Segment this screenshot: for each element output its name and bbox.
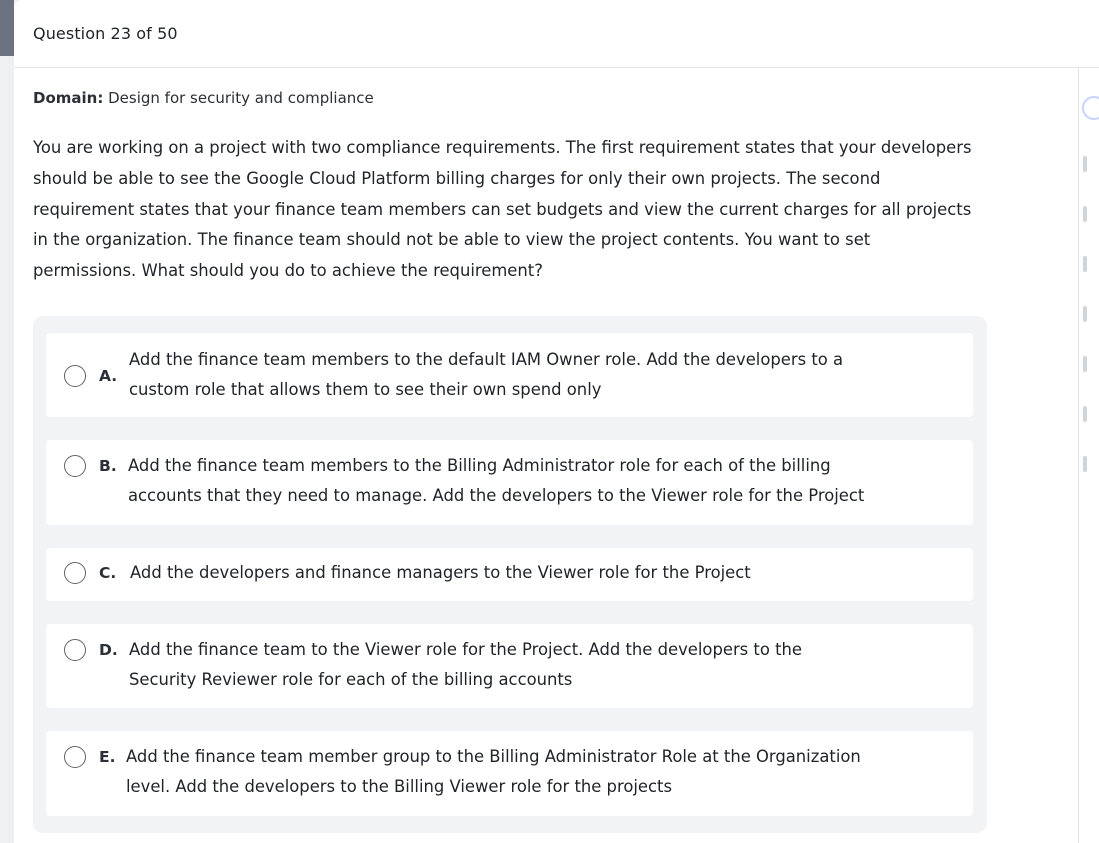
option-b[interactable]: B. Add the finance team members to the B… [46, 440, 973, 525]
sidebar-edge [0, 0, 14, 56]
option-a[interactable]: A. Add the finance team members to the d… [46, 333, 973, 417]
nav-circle-icon[interactable] [1082, 96, 1099, 120]
domain-value: Design for security and compliance [108, 89, 374, 107]
nav-marker [1083, 206, 1087, 222]
option-c[interactable]: C. Add the developers and finance manage… [46, 548, 973, 601]
question-text: You are working on a project with two co… [33, 138, 972, 281]
option-d[interactable]: D. Add the finance team to the Viewer ro… [46, 624, 973, 708]
question-card: Question 23 of 50 Domain: Design for sec… [14, 0, 1099, 843]
nav-marker [1083, 356, 1087, 372]
nav-marker [1083, 156, 1087, 172]
radio-icon[interactable] [64, 365, 86, 387]
option-letter: C. [99, 564, 117, 582]
question-counter: Question 23 of 50 [33, 24, 178, 43]
option-letter: D. [99, 641, 118, 659]
option-text: Add the finance team to the Viewer role … [129, 640, 802, 689]
option-letter: A. [99, 367, 118, 385]
option-letter: E. [99, 748, 116, 766]
domain-label: Domain: [33, 89, 104, 107]
option-e[interactable]: E. Add the finance team member group to … [46, 731, 973, 816]
radio-icon[interactable] [64, 455, 86, 477]
question-header: Question 23 of 50 [14, 0, 1099, 68]
radio-icon[interactable] [64, 639, 86, 661]
nav-marker [1083, 256, 1087, 272]
nav-marker [1083, 306, 1087, 322]
nav-marker [1083, 406, 1087, 422]
radio-icon[interactable] [64, 746, 86, 768]
quiz-page: Question 23 of 50 Domain: Design for sec… [0, 0, 1099, 843]
right-rail-divider [1078, 68, 1079, 843]
domain-line: Domain: Design for security and complian… [33, 89, 374, 107]
option-text: Add the finance team member group to the… [126, 747, 861, 796]
answer-options-panel: A. Add the finance team members to the d… [33, 316, 987, 833]
radio-icon[interactable] [64, 562, 86, 584]
option-text: Add the finance team members to the Bill… [128, 456, 865, 505]
option-letter: B. [99, 457, 117, 475]
nav-marker [1083, 456, 1087, 472]
option-text: Add the finance team members to the defa… [129, 350, 844, 399]
option-text: Add the developers and finance managers … [130, 563, 751, 582]
